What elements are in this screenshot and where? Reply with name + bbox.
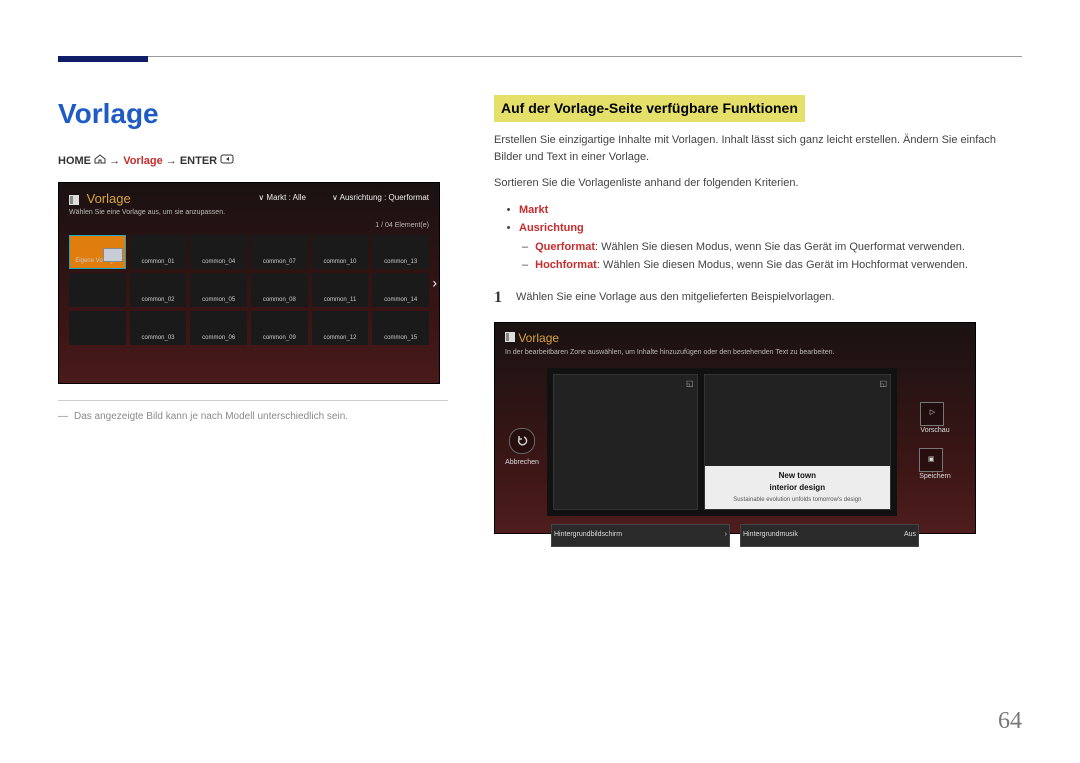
caption-line-3: Sustainable evolution unfolds tomorrow's… xyxy=(707,496,888,505)
bullet-ausrichtung: •Ausrichtung xyxy=(506,220,1022,237)
chevron-right-icon: › xyxy=(725,530,727,541)
editor-caption: New town interior design Sustainable evo… xyxy=(705,466,890,509)
back-icon xyxy=(509,428,535,454)
right-column: Auf der Vorlage-Seite verfügbare Funktio… xyxy=(494,87,1022,534)
template-cell: common_14 xyxy=(372,273,429,307)
breadcrumb-home: HOME xyxy=(58,155,91,167)
editor-footer: Hintergrundbildschirm› HintergrundmusikA… xyxy=(495,516,975,547)
template-cell: common_10 xyxy=(312,235,369,269)
preview-icon: ▷ xyxy=(920,402,944,426)
template-cell: common_09 xyxy=(251,311,308,345)
header-rule xyxy=(58,56,1022,57)
page-title: Vorlage xyxy=(58,93,448,135)
panel-title-row: Vorlage xyxy=(69,189,131,209)
preview-label: Vorschau xyxy=(920,426,949,437)
breadcrumb-enter: ENTER xyxy=(180,155,217,167)
editor-slot-2: ◱ New town interior design Sustainable e… xyxy=(704,374,891,510)
editor-subtitle: In der bearbeitbaren Zone auswählen, um … xyxy=(495,347,975,365)
home-icon xyxy=(94,153,106,170)
editor-canvas: ◱ ◱ New town interior design Sustainable… xyxy=(547,368,897,516)
save-label: Speichern xyxy=(919,472,951,483)
bullet-markt: •Markt xyxy=(506,202,1022,219)
paragraph-intro: Erstellen Sie einzigartige Inhalte mit V… xyxy=(494,132,1022,165)
template-cell: common_15 xyxy=(372,311,429,345)
template-cell xyxy=(69,273,126,307)
chevron-down-icon: ∨ xyxy=(332,193,338,202)
editor-title: Vorlage xyxy=(518,331,559,345)
template-icon xyxy=(69,195,79,205)
panel-title: Vorlage xyxy=(87,191,131,206)
template-icon xyxy=(505,332,515,342)
editor-right-actions: ▷ Vorschau ▣ Speichern xyxy=(905,368,965,516)
panel-subtitle: Wählen Sie eine Vorlage aus, um sie anzu… xyxy=(59,208,439,221)
footer-bg-screen: Hintergrundbildschirm› xyxy=(551,524,730,547)
template-cell: common_03 xyxy=(130,311,187,345)
caption-line-2: interior design xyxy=(707,482,888,494)
page-number: 64 xyxy=(998,703,1022,739)
step-1-number: 1 xyxy=(494,286,502,310)
save-icon: ▣ xyxy=(919,448,943,472)
enter-icon xyxy=(220,153,234,170)
image-placeholder-icon: ◱ xyxy=(879,378,887,390)
breadcrumb-arrow-2: → xyxy=(166,155,177,167)
footer-bg-music: HintergrundmusikAus xyxy=(740,524,919,547)
template-grid: Eigene Vorlagen common_01 common_04 comm… xyxy=(59,231,439,349)
template-cell: common_06 xyxy=(190,311,247,345)
step-1-text: Wählen Sie eine Vorlage aus den mitgelie… xyxy=(516,286,835,310)
breadcrumb: HOME → Vorlage → ENTER xyxy=(58,153,448,170)
step-1: 1 Wählen Sie eine Vorlage aus den mitgel… xyxy=(494,286,1022,310)
header-accent-bar xyxy=(58,56,148,62)
editor-title-row: Vorlage xyxy=(505,329,559,347)
model-note: ―Das angezeigte Bild kann je nach Modell… xyxy=(58,409,448,424)
template-browser-screenshot: Vorlage ∨ Markt : Alle ∨ Ausrichtung : Q… xyxy=(58,182,440,384)
editor-left-actions: Abbrechen xyxy=(505,428,539,516)
template-cell-own: Eigene Vorlagen xyxy=(69,235,126,269)
next-page-icon: › xyxy=(432,272,437,293)
editor-slot-1: ◱ xyxy=(553,374,698,510)
divider xyxy=(58,400,448,401)
image-placeholder-icon: ◱ xyxy=(686,378,694,390)
panel-count: 1 / 04 Element(e) xyxy=(59,221,439,232)
template-cell xyxy=(69,311,126,345)
filter-market: ∨ Markt : Alle xyxy=(258,192,306,204)
bullet-hochformat: ‒Hochformat: Wählen Sie diesen Modus, we… xyxy=(522,257,1022,274)
paragraph-sort: Sortieren Sie die Vorlagenliste anhand d… xyxy=(494,175,1022,192)
template-cell: common_13 xyxy=(372,235,429,269)
template-cell: common_12 xyxy=(312,311,369,345)
template-cell: common_02 xyxy=(130,273,187,307)
breadcrumb-vorlage: Vorlage xyxy=(123,155,163,167)
chevron-down-icon: ∨ xyxy=(258,193,264,202)
cancel-label: Abbrechen xyxy=(505,458,539,469)
template-cell: common_08 xyxy=(251,273,308,307)
caption-line-1: New town xyxy=(779,471,816,480)
bullet-querformat: ‒Querformat: Wählen Sie diesen Modus, we… xyxy=(522,239,1022,256)
template-cell: common_07 xyxy=(251,235,308,269)
template-cell: common_01 xyxy=(130,235,187,269)
left-column: Vorlage HOME → Vorlage → ENTER Vor xyxy=(58,87,448,534)
template-cell: common_04 xyxy=(190,235,247,269)
template-cell: common_05 xyxy=(190,273,247,307)
template-editor-screenshot: Vorlage In der bearbeitbaren Zone auswäh… xyxy=(494,322,976,534)
section-heading: Auf der Vorlage-Seite verfügbare Funktio… xyxy=(494,95,805,122)
breadcrumb-arrow-1: → xyxy=(109,155,120,167)
filter-orientation: ∨ Ausrichtung : Querformat xyxy=(332,192,429,204)
template-cell: common_11 xyxy=(312,273,369,307)
